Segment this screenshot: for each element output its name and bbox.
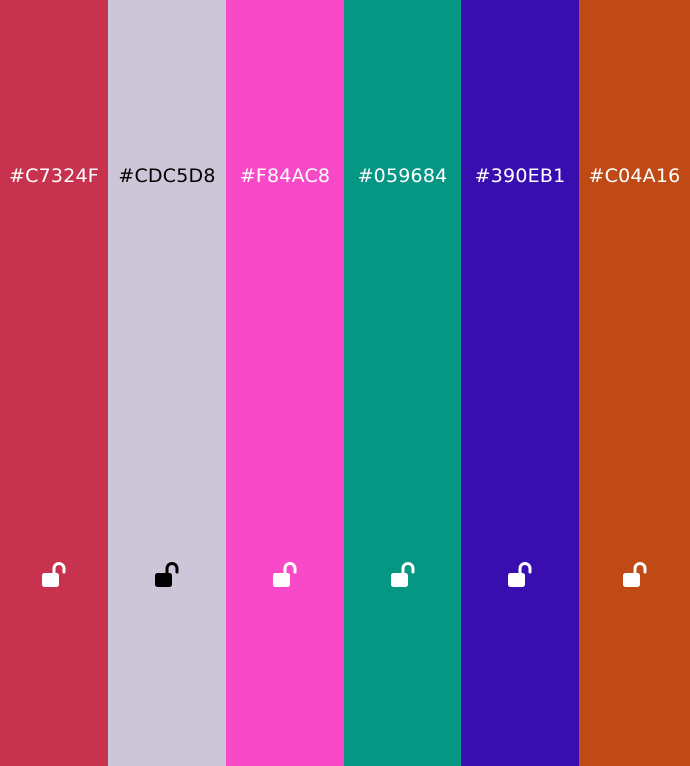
lock-toggle-button[interactable] [387, 559, 419, 591]
unlock-icon [155, 562, 179, 587]
color-swatch-1[interactable]: #C7324F [0, 0, 108, 766]
unlock-icon [42, 562, 66, 587]
color-swatch-6[interactable]: #C04A16 [579, 0, 690, 766]
unlock-icon [273, 562, 297, 587]
unlock-icon [508, 562, 532, 587]
lock-toggle-button[interactable] [269, 559, 301, 591]
color-swatch-4[interactable]: #059684 [344, 0, 461, 766]
hex-code-label[interactable]: #CDC5D8 [108, 164, 226, 188]
hex-code-label[interactable]: #C7324F [0, 164, 108, 188]
hex-code-label[interactable]: #F84AC8 [226, 164, 344, 188]
color-swatch-2[interactable]: #CDC5D8 [108, 0, 226, 766]
color-swatch-3[interactable]: #F84AC8 [226, 0, 344, 766]
color-palette: #C7324F #CDC5D8 #F84AC8 #059684 #390EB1 … [0, 0, 690, 766]
color-swatch-5[interactable]: #390EB1 [461, 0, 579, 766]
unlock-icon [622, 562, 646, 587]
hex-code-label[interactable]: #390EB1 [461, 164, 579, 188]
lock-toggle-button[interactable] [504, 559, 536, 591]
hex-code-label[interactable]: #C04A16 [579, 164, 690, 188]
lock-toggle-button[interactable] [151, 559, 183, 591]
hex-code-label[interactable]: #059684 [344, 164, 461, 188]
lock-toggle-button[interactable] [619, 559, 651, 591]
unlock-icon [390, 562, 414, 587]
lock-toggle-button[interactable] [38, 559, 70, 591]
